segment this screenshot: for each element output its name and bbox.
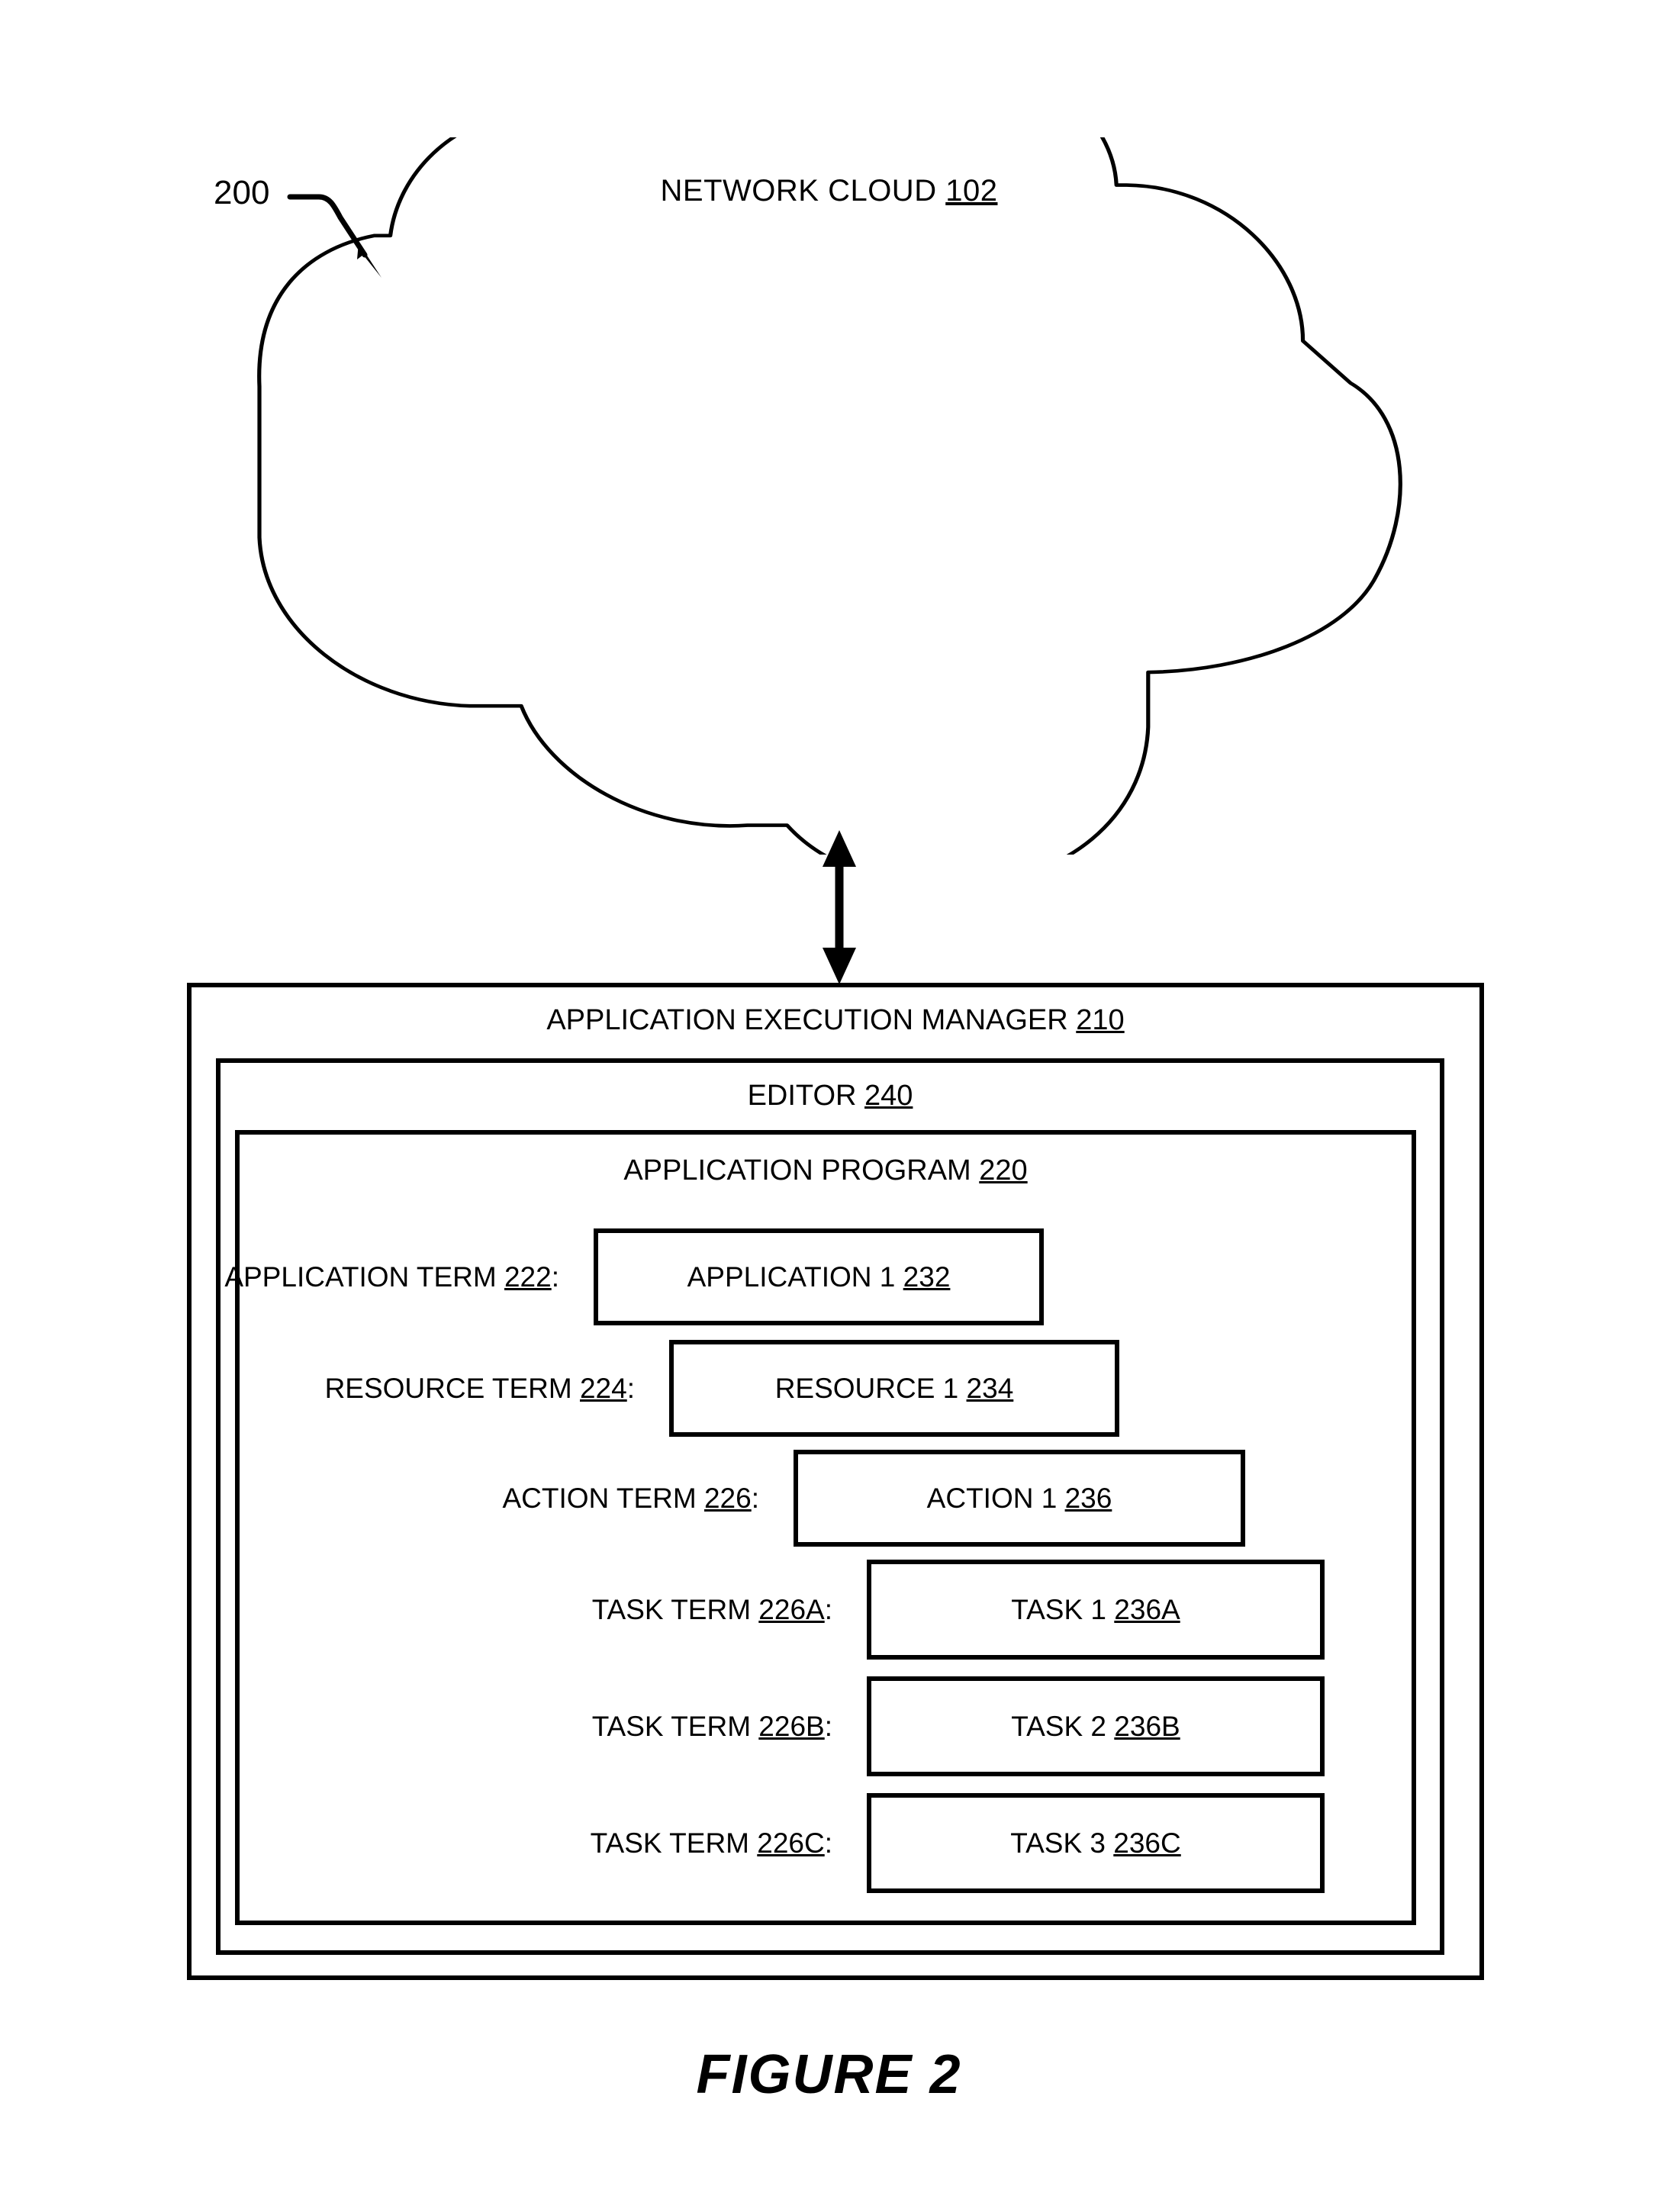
action-term-number: 226 [703,1483,752,1514]
network-cloud-number: 102 [945,174,998,208]
task-term-b-label: TASK TERM 226B: [592,1711,832,1743]
task-term-c-label-text: TASK TERM [590,1827,749,1859]
action-1-number: 236 [1064,1482,1112,1514]
editor-label: EDITOR [747,1080,857,1112]
task-3-box: TASK 3 236C [867,1793,1325,1893]
task-2-box: TASK 2 236B [867,1676,1325,1776]
task-term-c-label: TASK TERM 226C: [591,1827,832,1859]
task-term-a-label-text: TASK TERM [591,1594,752,1625]
figure-reference-numeral: 200 [214,174,270,211]
application-program-title: APPLICATION PROGRAM 220 [240,1154,1412,1187]
application-term-label: APPLICATION TERM 222: [224,1261,559,1293]
task-1-label: TASK 1 [1011,1593,1107,1625]
application-1-box: APPLICATION 1 232 [594,1228,1044,1325]
figure-page: NETWORK CLOUD 102 200 APPLICATION EXECUT… [0,0,1658,2212]
application-1-label: APPLICATION 1 [687,1261,896,1293]
task-3-label: TASK 3 [1010,1827,1106,1859]
editor-number: 240 [864,1080,913,1112]
application-1-number: 232 [903,1261,951,1293]
task-term-c-number: 226C [757,1827,825,1859]
task-term-a-label: TASK TERM 226A: [592,1594,832,1626]
resource-1-box: RESOURCE 1 234 [669,1340,1119,1437]
resource-term-colon: : [626,1373,635,1404]
bidirectional-arrow-icon [823,830,856,984]
task-term-a-colon: : [824,1594,832,1625]
task-2-number: 236B [1114,1710,1180,1742]
application-term-number: 222 [504,1261,552,1293]
task-1-box: TASK 1 236A [867,1560,1325,1660]
action-term-label: ACTION TERM 226: [502,1483,759,1515]
application-program-number: 220 [979,1154,1028,1186]
network-cloud-label-text: NETWORK CLOUD [660,174,937,208]
application-program-label: APPLICATION PROGRAM [623,1154,971,1186]
task-1-number: 236A [1114,1593,1180,1625]
resource-term-label-text: RESOURCE TERM [324,1373,572,1404]
task-2-label: TASK 2 [1011,1710,1107,1742]
task-term-b-number: 226B [758,1711,825,1742]
task-3-number: 236C [1113,1827,1181,1859]
task-term-b-colon: : [824,1711,832,1742]
application-term-label-text: APPLICATION TERM [224,1261,497,1293]
action-1-label: ACTION 1 [926,1482,1058,1514]
action-term-colon: : [751,1483,759,1514]
application-execution-manager-label: APPLICATION EXECUTION MANAGER [546,1004,1068,1036]
resource-1-number: 234 [966,1372,1014,1404]
resource-term-label: RESOURCE TERM 224: [325,1373,635,1405]
task-term-c-colon: : [824,1827,832,1859]
application-execution-manager-title: APPLICATION EXECUTION MANAGER 210 [192,1004,1479,1037]
action-term-label-text: ACTION TERM [502,1483,697,1514]
action-1-box: ACTION 1 236 [794,1450,1245,1547]
figure-caption: FIGURE 2 [696,2044,962,2105]
resource-term-number: 224 [579,1373,627,1404]
editor-title: EDITOR 240 [221,1080,1440,1112]
reference-leader-arrow-icon [287,194,382,278]
task-term-a-number: 226A [758,1594,825,1625]
task-term-b-label-text: TASK TERM [591,1711,752,1742]
application-term-colon: : [551,1261,559,1293]
resource-1-label: RESOURCE 1 [774,1372,959,1404]
application-execution-manager-number: 210 [1076,1004,1125,1036]
